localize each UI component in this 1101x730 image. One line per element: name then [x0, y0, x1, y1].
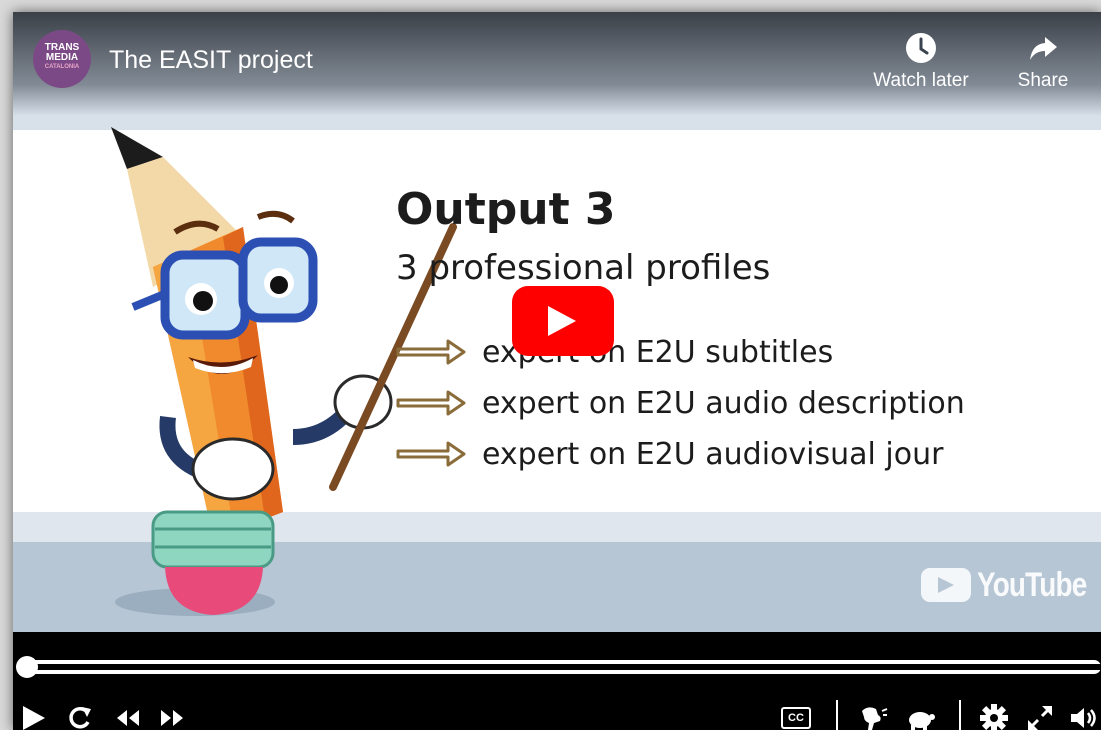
channel-logo-text: MEDIA [45, 52, 79, 63]
progress-track [35, 664, 1101, 670]
control-separator [836, 700, 838, 730]
volume-button[interactable] [1067, 704, 1101, 730]
share-arrow-icon [1030, 37, 1057, 60]
play-icon [23, 706, 45, 730]
video-title[interactable]: The EASIT project [109, 46, 313, 75]
rewind-button[interactable] [111, 704, 145, 730]
progress-handle[interactable] [16, 656, 38, 678]
arrow-icon [396, 441, 466, 467]
progress-bar[interactable] [29, 660, 1101, 674]
video-top-bar: TRANS MEDIA CATALONIA The EASIT project … [13, 12, 1101, 116]
player-controls: CC [13, 632, 1101, 730]
channel-logo[interactable]: TRANS MEDIA CATALONIA [33, 30, 91, 88]
play-icon [548, 306, 576, 336]
play-control-button[interactable] [17, 704, 51, 730]
slide-heading: Output 3 [396, 184, 616, 235]
replay-button[interactable] [63, 704, 97, 730]
clock-icon [906, 33, 936, 63]
channel-logo-text: CATALONIA [44, 64, 80, 70]
fast-forward-button[interactable] [155, 704, 189, 730]
closed-captions-icon: CC [781, 707, 811, 729]
fullscreen-icon [1028, 706, 1052, 730]
slide-bullet: expert on E2U audio description [396, 383, 965, 423]
slide-bullet: expert on E2U audiovisual jour [396, 434, 943, 474]
share-label: Share [1017, 70, 1069, 91]
closed-captions-button[interactable]: CC [779, 704, 813, 730]
replay-icon [69, 707, 91, 729]
speed-slow-button[interactable] [903, 704, 939, 730]
slide-subheading: 3 professional profiles [396, 248, 771, 288]
speed-fast-icon [862, 707, 888, 730]
arrow-icon [396, 390, 466, 416]
slide-bullet: expert on E2U subtitles [396, 332, 833, 372]
rewind-icon [117, 710, 139, 726]
arrow-icon [396, 339, 466, 365]
play-button[interactable] [512, 286, 614, 356]
slide-bullet-text: expert on E2U audiovisual jour [482, 436, 944, 472]
speed-fast-button[interactable] [855, 704, 891, 730]
settings-button[interactable] [977, 704, 1011, 730]
control-separator [959, 700, 961, 730]
fast-forward-icon [161, 710, 183, 726]
settings-gear-icon [980, 704, 1008, 730]
slide-bullet-text: expert on E2U audio description [482, 385, 965, 421]
share-button[interactable]: Share [988, 32, 1098, 92]
youtube-wordmark: YouTube [977, 565, 1087, 604]
watch-later-label: Watch later [873, 70, 969, 91]
speed-slow-icon [909, 712, 935, 730]
watch-later-button[interactable]: Watch later [866, 32, 976, 92]
fullscreen-button[interactable] [1023, 704, 1057, 730]
youtube-watermark[interactable]: YouTube [921, 565, 1101, 605]
youtube-logo-icon [921, 568, 971, 602]
video-player: Output 3 3 professional profiles expert … [13, 12, 1101, 730]
video-frame[interactable]: Output 3 3 professional profiles expert … [13, 12, 1101, 632]
volume-icon [1071, 708, 1096, 728]
